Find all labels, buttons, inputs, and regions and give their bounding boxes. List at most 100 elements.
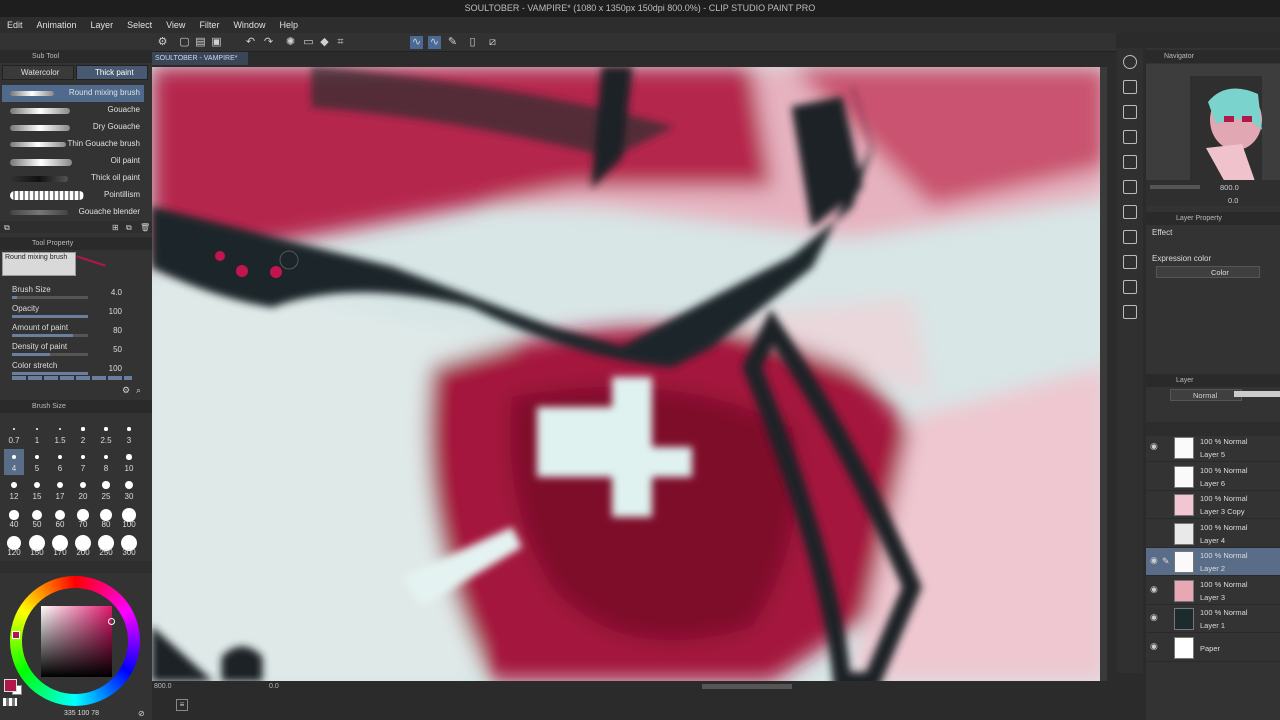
property-slider[interactable] [12,353,88,356]
animation-timeline-icon[interactable] [1123,255,1137,269]
brush-size-option[interactable]: 50 [27,505,47,531]
menu-window[interactable]: Window [226,17,272,33]
brush-size-option[interactable]: 70 [73,505,93,531]
sub-view-icon[interactable] [1123,105,1137,119]
main-color-swatch[interactable] [4,679,17,692]
tab-thick-paint[interactable]: Thick paint [76,65,148,80]
brush-size-option[interactable]: 10 [119,449,139,475]
blend-mode-select[interactable]: Normal [1170,389,1242,401]
wrench-icon[interactable]: ⚙ [122,385,130,396]
eye-icon[interactable] [1150,472,1160,479]
brush-size-option[interactable]: 2.5 [96,421,116,447]
zoom-value[interactable]: 800.0 [154,683,172,690]
eyedropper-icon[interactable]: ⊘ [138,709,145,718]
open-folder-icon[interactable]: ▤ [194,36,207,49]
property-slider[interactable] [12,315,88,318]
eye-icon[interactable] [1150,529,1160,536]
zoom-icon[interactable]: ⌕ [136,385,141,396]
copy-subtool-icon[interactable]: ⊞ [112,223,119,232]
brush-size-option[interactable]: 250 [96,533,116,559]
menu-help[interactable]: Help [272,17,305,33]
brush-size-option[interactable]: 30 [119,477,139,503]
expression-color-select[interactable]: Color [1156,266,1260,278]
vertical-scrollbar[interactable] [1100,67,1107,681]
brush-gouache-blender[interactable]: Gouache blender [2,204,144,221]
brush-size-option[interactable]: 4 [4,449,24,475]
layer-row[interactable]: ◉ 100 % Normal Layer 3 [1146,577,1280,605]
fill-icon[interactable]: ▭ [302,36,315,49]
brush-size-option[interactable]: 100 [119,505,139,531]
layer-search-icon[interactable] [1123,230,1137,244]
property-value[interactable]: 4.0 [92,288,122,297]
brush-size-option[interactable]: 120 [4,533,24,559]
clear-icon[interactable]: ✺ [284,36,297,49]
navigator-zoom-slider[interactable] [1150,185,1200,189]
navigator-preview[interactable] [1146,64,1280,184]
brush-gouache[interactable]: Gouache [2,102,144,119]
color-picker-cursor[interactable] [108,618,115,625]
material-icon[interactable] [1123,80,1137,94]
canvas[interactable] [152,67,1107,681]
auto-action-icon[interactable] [1123,205,1137,219]
brush-pointillism[interactable]: Pointillism [2,187,144,204]
horizontal-scrollbar[interactable] [702,684,792,689]
menu-layer[interactable]: Layer [84,17,121,33]
quick-access-icon[interactable] [1123,180,1137,194]
brush-size-option[interactable]: 25 [96,477,116,503]
navigator-rotation[interactable]: 0.0 [1228,196,1238,205]
stabilizer-icon[interactable]: ∿ [410,36,423,49]
layer-row[interactable]: ◉ Paper [1146,634,1280,662]
layer-row[interactable]: 100 % Normal Layer 6 [1146,463,1280,491]
brush-size-option[interactable]: 2 [73,421,93,447]
brush-thick-oil[interactable]: Thick oil paint [2,170,144,187]
eye-icon[interactable]: ◉ [1150,556,1160,565]
duplicate-icon[interactable]: ⧉ [126,223,132,233]
brush-size-option[interactable]: 15 [27,477,47,503]
layer-property-icon[interactable] [1123,280,1137,294]
brush-size-option[interactable]: 150 [27,533,47,559]
new-file-icon[interactable]: ▢ [178,36,191,49]
eye-icon[interactable]: ◉ [1150,442,1160,451]
ruler-icon[interactable]: ⧄ [486,36,499,49]
property-slider[interactable] [12,334,88,337]
hue-marker[interactable] [12,631,20,639]
trash-icon[interactable]: 🗑 [140,223,150,232]
transform-icon[interactable]: ⌗ [334,36,347,49]
menu-filter[interactable]: Filter [192,17,226,33]
brush-size-option[interactable]: 5 [27,449,47,475]
layer-row[interactable]: ◉ 100 % Normal Layer 5 [1146,434,1280,462]
brush-dry-gouache[interactable]: Dry Gouache [2,119,144,136]
vector-snap-icon[interactable]: ∿ [428,36,441,49]
brush-size-option[interactable]: 1 [27,421,47,447]
brush-size-option[interactable]: 7 [73,449,93,475]
hardness-slider[interactable] [12,376,132,380]
opacity-slider[interactable] [1234,391,1280,397]
saturation-value-square[interactable] [41,606,112,677]
tablet-icon[interactable]: ▯ [466,36,479,49]
brush-size-option[interactable]: 20 [73,477,93,503]
transparent-color-swatch[interactable] [3,698,17,706]
menu-animation[interactable]: Animation [30,17,84,33]
property-value[interactable]: 80 [92,326,122,335]
info-icon[interactable] [1123,305,1137,319]
brush-size-option[interactable]: 40 [4,505,24,531]
angle-value[interactable]: 0.0 [269,683,279,690]
brush-size-option[interactable]: 12 [4,477,24,503]
brush-size-option[interactable]: 17 [50,477,70,503]
brush-size-option[interactable]: 8 [96,449,116,475]
eye-icon[interactable] [1150,500,1160,507]
brush-size-option[interactable]: 3 [119,421,139,447]
settings-icon[interactable]: ⚙ [156,36,169,49]
layer-row[interactable]: ◉ ✎ 100 % Normal Layer 2 [1146,548,1280,576]
property-value[interactable]: 100 [92,364,122,373]
eye-icon[interactable]: ◉ [1150,641,1160,650]
brush-size-option[interactable]: 6 [50,449,70,475]
brush-size-option[interactable]: 0.7 [4,421,24,447]
brush-thin-gouache[interactable]: Thin Gouache brush [2,136,144,153]
add-brush-icon[interactable]: ⧉ [4,223,10,233]
undo-icon[interactable]: ↶ [244,36,257,49]
canvas-tab[interactable]: SOULTOBER - VAMPIRE* × [152,52,248,75]
search-icon[interactable] [1123,55,1137,69]
property-slider[interactable] [12,372,88,375]
layer-row[interactable]: 100 % Normal Layer 4 [1146,520,1280,548]
